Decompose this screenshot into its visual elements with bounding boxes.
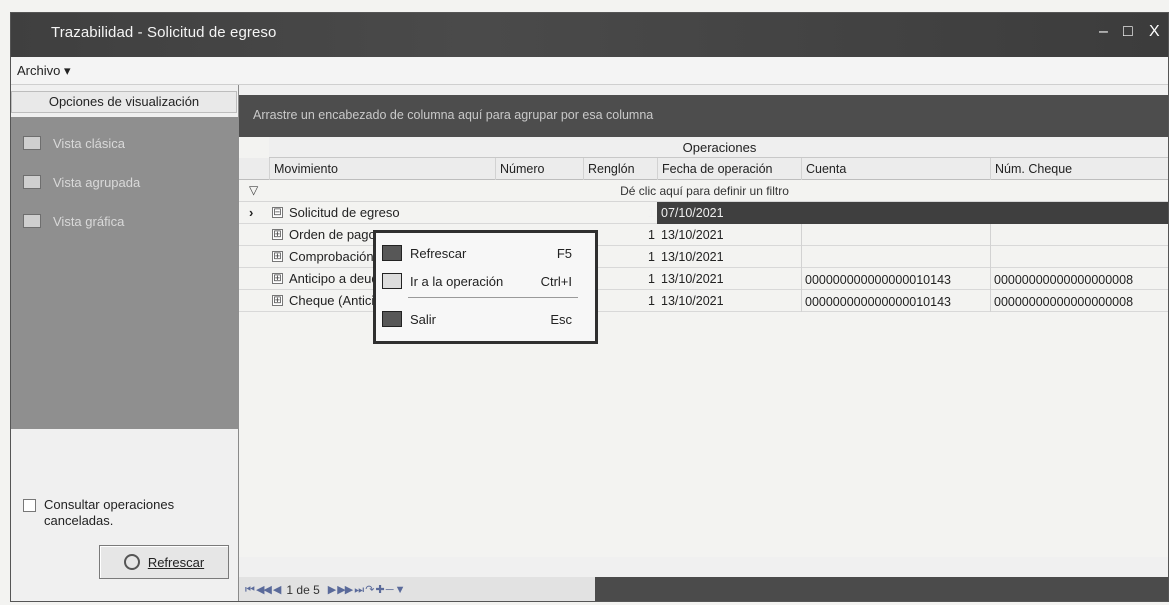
context-menu: Refrescar F5 Ir a la operación Ctrl+I Sa… <box>373 230 598 344</box>
cell-divider <box>801 224 802 246</box>
sidebar-item-classic-view[interactable]: Vista clásica <box>23 131 125 155</box>
minimize-button[interactable]: – <box>1099 23 1108 41</box>
refresh-icon <box>123 554 140 570</box>
column-header-fecha[interactable]: Fecha de operación <box>657 158 801 180</box>
cell-divider <box>801 246 802 268</box>
sidebar-item-label: Vista gráfica <box>53 213 125 229</box>
cell-cheque: 00000000000000000008 <box>994 295 1134 309</box>
cell-renglon: 1 <box>648 206 655 220</box>
sidebar-item-grouped-view[interactable]: Vista agrupada <box>23 170 140 194</box>
group-by-panel[interactable]: Arrastre un encabezado de columna aquí p… <box>239 95 1168 137</box>
classic-view-icon <box>23 136 41 150</box>
filter-row[interactable]: ▽ Dé clic aquí para definir un filtro <box>239 180 1168 202</box>
expand-icon[interactable]: ⊞ <box>272 295 283 306</box>
cell-divider <box>801 268 802 290</box>
cell-cuenta: 000000000000000010143 <box>805 295 951 309</box>
cell-divider <box>990 224 991 246</box>
cell-renglon: 1 <box>648 228 655 242</box>
nav-first-prev-icons[interactable]: ⏮ ◀◀ ◀ <box>245 583 281 597</box>
exit-icon <box>382 311 402 327</box>
refresh-button[interactable]: Refrescar <box>99 545 229 579</box>
column-headers: Movimiento Número Renglón Fecha de opera… <box>239 158 1168 180</box>
cell-divider <box>990 268 991 290</box>
cell-movimiento: Solicitud de egreso <box>289 205 400 220</box>
canceled-ops-option: Consultar operaciones canceladas. <box>23 497 204 529</box>
view-options-panel: Vista clásica Vista agrupada Vista gráfi… <box>11 117 239 429</box>
context-item-ir-a-operacion[interactable]: Ir a la operación Ctrl+I <box>382 269 592 293</box>
grouped-view-icon <box>23 175 41 189</box>
cell-cheque: 00000000000000000008 <box>994 273 1134 287</box>
graphic-view-icon <box>23 214 41 228</box>
menu-archivo[interactable]: Archivo ▾ <box>17 63 71 79</box>
filter-hint: Dé clic aquí para definir un filtro <box>620 184 789 198</box>
cell-renglon: 1 <box>648 250 655 264</box>
operations-grid: Operaciones Movimiento Número Renglón Fe… <box>239 137 1168 557</box>
cell-renglon: 1 <box>648 294 655 308</box>
column-header-cheque[interactable]: Núm. Cheque <box>990 158 1168 180</box>
menu-bar: Archivo ▾ <box>11 57 1168 85</box>
refresh-icon <box>382 245 402 261</box>
close-button[interactable]: X <box>1149 23 1160 41</box>
record-navigator: ⏮ ◀◀ ◀ 1 de 5 ▶ ▶▶ ⏭ ↷ ✚ ─ ▼ <box>239 577 1168 601</box>
context-item-label: Ir a la operación <box>410 273 504 289</box>
cell-fecha: 13/10/2021 <box>661 250 724 264</box>
canceled-ops-label: Consultar operaciones canceladas. <box>44 497 175 528</box>
cell-divider <box>990 290 991 312</box>
band-operaciones: Operaciones <box>269 137 1168 158</box>
expand-icon[interactable]: ⊞ <box>272 273 283 284</box>
cell-renglon: 1 <box>648 272 655 286</box>
cell-fecha: 13/10/2021 <box>661 294 724 308</box>
context-item-shortcut: Esc <box>550 311 572 327</box>
nav-next-last-icons[interactable]: ▶ ▶▶ ⏭ ↷ ✚ ─ ▼ <box>328 583 406 597</box>
context-item-salir[interactable]: Salir Esc <box>382 307 592 331</box>
window-title: Trazabilidad - Solicitud de egreso <box>51 24 277 41</box>
context-item-label: Salir <box>410 311 437 327</box>
context-item-shortcut: Ctrl+I <box>540 273 572 289</box>
canceled-ops-checkbox[interactable] <box>23 499 36 512</box>
cell-cuenta: 000000000000000010143 <box>805 273 951 287</box>
table-row[interactable]: › ⊟ Solicitud de egreso 1 07/10/2021 <box>239 202 1168 224</box>
selection-highlight <box>657 202 1168 224</box>
column-header-renglon[interactable]: Renglón <box>583 158 657 180</box>
expand-icon[interactable]: ⊟ <box>272 207 283 218</box>
go-to-operation-icon <box>382 273 402 289</box>
column-header-numero[interactable]: Número <box>495 158 583 180</box>
sidebar: Opciones de visualización Vista clásica … <box>11 85 239 601</box>
sidebar-item-label: Vista clásica <box>53 135 126 151</box>
cell-fecha: 07/10/2021 <box>661 206 724 220</box>
group-by-hint: Arrastre un encabezado de columna aquí p… <box>253 108 654 122</box>
column-header-cuenta[interactable]: Cuenta <box>801 158 990 180</box>
context-item-refrescar[interactable]: Refrescar F5 <box>382 241 592 265</box>
expand-icon[interactable]: ⊞ <box>272 251 283 262</box>
title-bar: Trazabilidad - Solicitud de egreso – □ X <box>11 13 1168 57</box>
context-item-shortcut: F5 <box>556 245 572 261</box>
cell-fecha: 13/10/2021 <box>661 272 724 286</box>
sidebar-item-graphic-view[interactable]: Vista gráfica <box>23 209 124 233</box>
cell-divider <box>801 290 802 312</box>
cell-divider <box>990 246 991 268</box>
context-separator <box>408 297 578 298</box>
refresh-button-label: Refrescar <box>147 554 205 570</box>
sidebar-item-label: Vista agrupada <box>53 174 141 190</box>
column-header-movimiento[interactable]: Movimiento <box>269 158 495 180</box>
navigator-controls: ⏮ ◀◀ ◀ 1 de 5 ▶ ▶▶ ⏭ ↷ ✚ ─ ▼ <box>239 577 595 601</box>
cell-fecha: 13/10/2021 <box>661 228 724 242</box>
expand-icon[interactable]: ⊞ <box>272 229 283 240</box>
maximize-button[interactable]: □ <box>1123 23 1133 41</box>
sidebar-header: Opciones de visualización <box>11 91 237 113</box>
context-item-label: Refrescar <box>410 245 467 261</box>
row-indicator-icon: › <box>249 205 254 220</box>
page-indicator: 1 de 5 <box>286 583 320 597</box>
